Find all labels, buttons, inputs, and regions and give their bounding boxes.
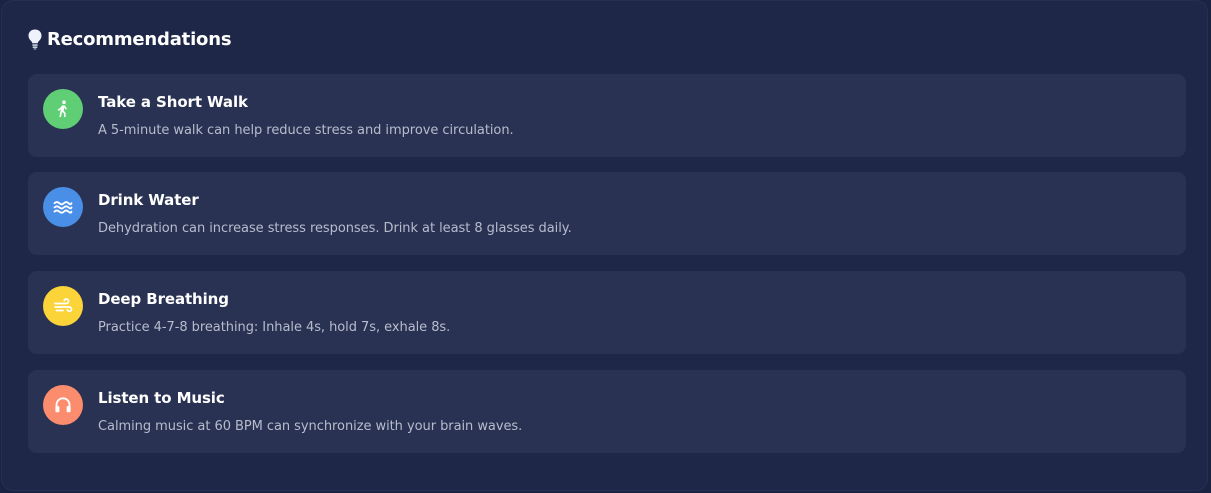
recommendation-title: Listen to Music	[98, 389, 225, 407]
walking-person-icon	[57, 100, 67, 117]
headphones-icon	[55, 397, 71, 413]
panel-title: Recommendations	[47, 28, 232, 50]
recommendation-title: Deep Breathing	[98, 290, 229, 308]
recommendation-description: Dehydration can increase stress response…	[98, 221, 572, 236]
recommendation-card-breathing[interactable]: Deep Breathing Practice 4-7-8 breathing:…	[28, 271, 1186, 354]
recommendation-icon-bg	[43, 187, 83, 227]
water-waves-icon	[53, 201, 73, 214]
recommendation-description: Calming music at 60 BPM can synchronize …	[98, 419, 523, 434]
lightbulb-icon	[28, 29, 42, 50]
wind-icon	[54, 298, 73, 313]
recommendation-title: Take a Short Walk	[98, 93, 248, 111]
recommendation-card-water[interactable]: Drink Water Dehydration can increase str…	[28, 172, 1186, 255]
recommendation-icon-bg	[43, 385, 83, 425]
recommendation-description: A 5-minute walk can help reduce stress a…	[98, 123, 514, 138]
recommendation-title: Drink Water	[98, 191, 199, 209]
recommendation-description: Practice 4-7-8 breathing: Inhale 4s, hol…	[98, 320, 451, 335]
panel-header: Recommendations	[26, 27, 232, 51]
recommendation-card-music[interactable]: Listen to Music Calming music at 60 BPM …	[28, 370, 1186, 453]
recommendations-panel: Recommendations Take a Short Walk A 5-mi…	[1, 0, 1208, 491]
recommendation-icon-bg	[43, 89, 83, 129]
recommendation-icon-bg	[43, 286, 83, 326]
recommendation-card-walk[interactable]: Take a Short Walk A 5-minute walk can he…	[28, 74, 1186, 157]
